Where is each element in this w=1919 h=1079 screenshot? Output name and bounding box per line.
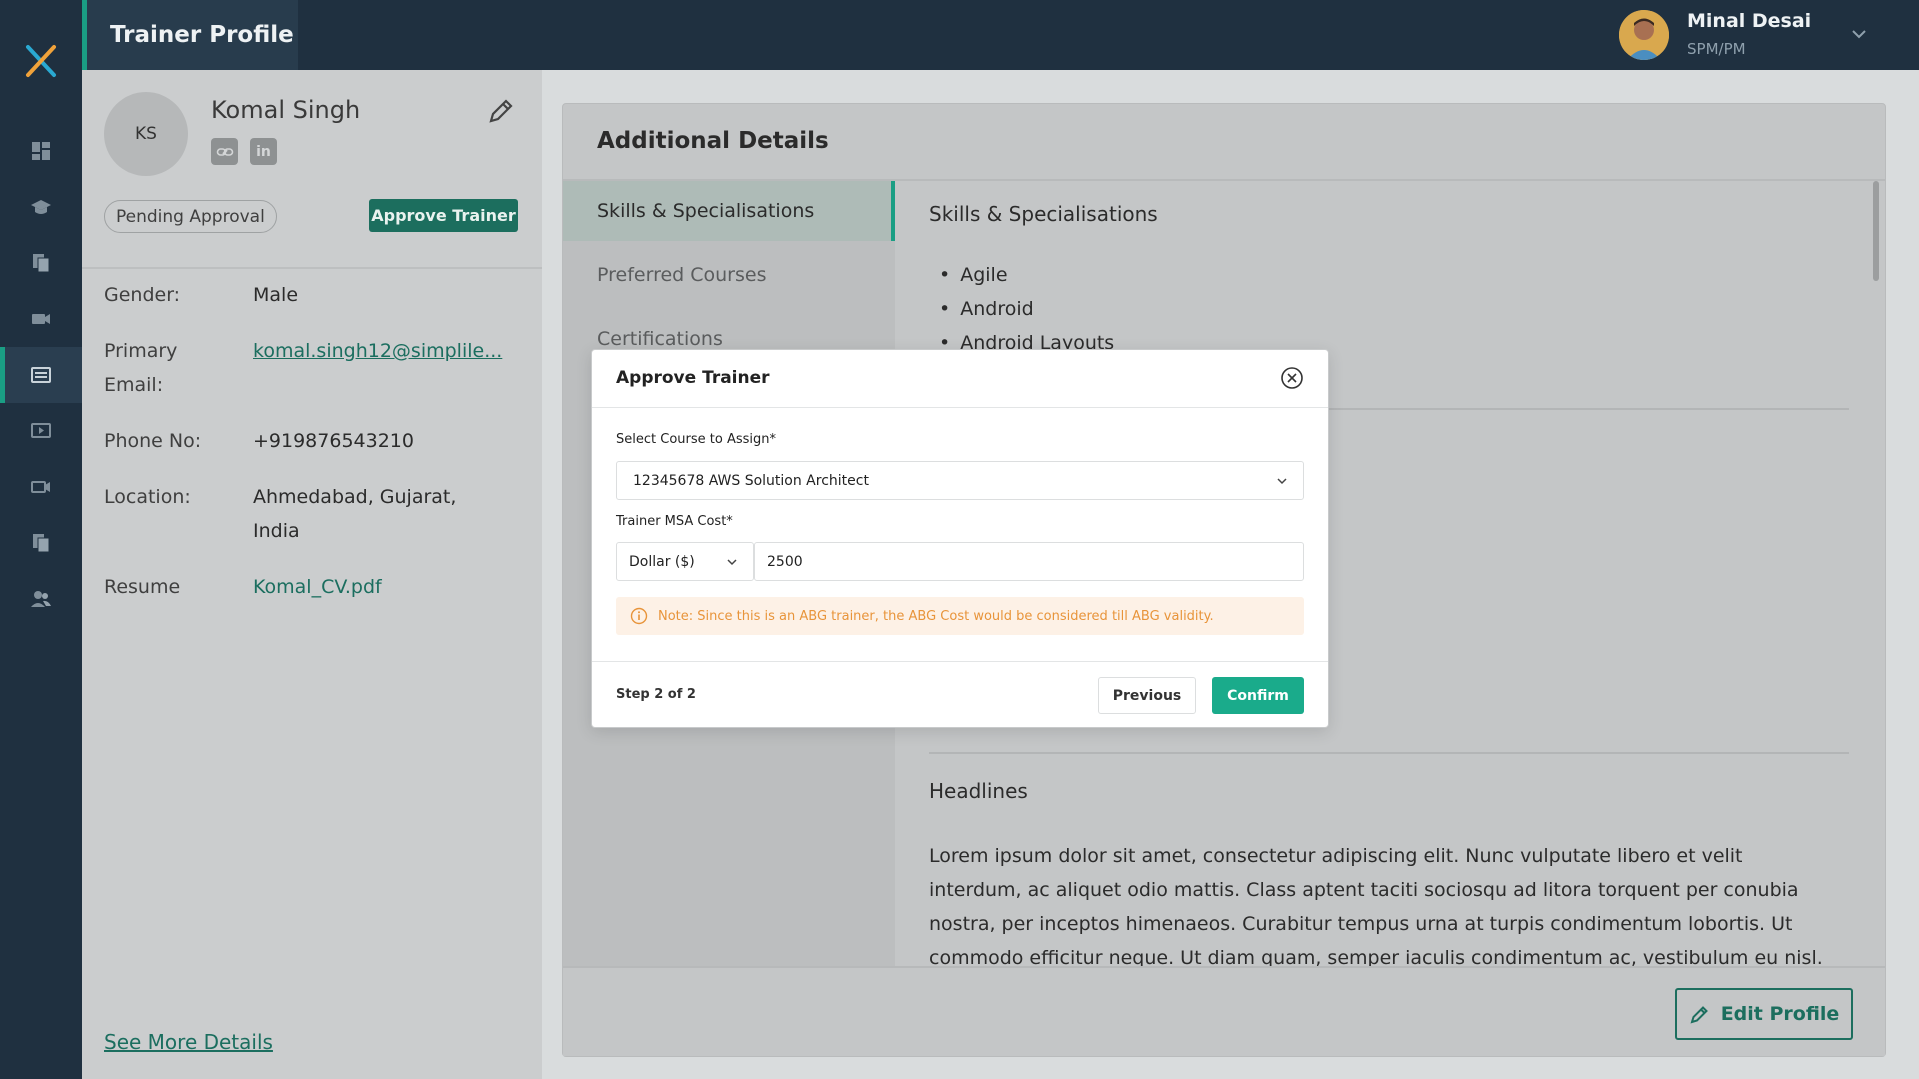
currency-select[interactable]: Dollar ($)	[616, 542, 754, 581]
card-footer: Edit Profile	[563, 966, 1885, 1056]
resume-label: Resume	[104, 576, 181, 598]
top-header: Trainer Profile Minal Desai SPM/PM	[82, 0, 1919, 70]
cost-input[interactable]	[754, 542, 1304, 581]
documents-icon	[33, 254, 50, 273]
gender-label: Gender:	[104, 284, 181, 306]
info-icon	[630, 607, 648, 625]
app-logo-icon[interactable]	[24, 44, 58, 78]
tab-preferred-courses-label: Preferred Courses	[597, 264, 767, 286]
skill-item: Android	[939, 292, 1114, 326]
linkedin-icon[interactable]: in	[250, 138, 277, 165]
course-select[interactable]: 12345678 AWS Solution Architect	[616, 461, 1304, 500]
edit-profile-label: Edit Profile	[1720, 1003, 1840, 1025]
user-avatar[interactable]	[1619, 10, 1669, 60]
approve-trainer-label: Approve Trainer	[371, 206, 516, 225]
approve-trainer-modal: Approve Trainer Select Course to Assign*…	[591, 349, 1329, 728]
status-badge: Pending Approval	[104, 200, 277, 233]
edit-profile-button[interactable]: Edit Profile	[1675, 988, 1853, 1040]
confirm-button[interactable]: Confirm	[1212, 677, 1304, 714]
user-menu[interactable]: Minal Desai SPM/PM	[1619, 0, 1919, 70]
abg-note: Note: Since this is an ABG trainer, the …	[616, 597, 1304, 635]
modal-title: Approve Trainer	[616, 368, 770, 388]
see-more-details-link[interactable]: See More Details	[104, 1030, 273, 1054]
sidebar-item-users[interactable]	[0, 571, 82, 627]
chevron-down-icon	[1277, 478, 1287, 485]
scrollbar-thumb[interactable]	[1873, 181, 1879, 281]
edit-pencil-icon[interactable]	[486, 96, 516, 126]
resume-link[interactable]: Komal_CV.pdf	[253, 570, 523, 604]
skills-list: Agile Android Android Layouts	[939, 258, 1114, 360]
list-card-icon	[31, 367, 51, 383]
close-icon[interactable]	[1280, 366, 1304, 390]
phone-value: +919876543210	[253, 430, 414, 452]
gender-value: Male	[253, 284, 299, 306]
location-value: Ahmedabad, Gujarat, India	[253, 486, 457, 542]
section-divider	[929, 752, 1849, 754]
phone-label: Phone No:	[104, 430, 202, 452]
previous-button[interactable]: Previous	[1098, 677, 1196, 714]
approve-trainer-button[interactable]: Approve Trainer	[369, 199, 518, 232]
modal-header: Approve Trainer	[592, 350, 1328, 408]
sidebar-item-dashboard[interactable]	[0, 123, 82, 179]
play-screen-icon	[31, 423, 51, 438]
sidebar-item-files[interactable]	[0, 515, 82, 571]
course-select-value: 12345678 AWS Solution Architect	[633, 472, 869, 489]
chevron-down-icon[interactable]	[1849, 24, 1869, 44]
chevron-down-icon	[727, 559, 737, 566]
confirm-label: Confirm	[1227, 687, 1289, 704]
edit-pencil-icon	[1690, 1006, 1708, 1024]
modal-footer: Step 2 of 2 Previous Confirm	[592, 661, 1328, 727]
sidebar-item-trainers[interactable]	[0, 347, 82, 403]
profile-divider	[82, 267, 542, 269]
user-role: SPM/PM	[1687, 40, 1746, 58]
card-title: Additional Details	[597, 128, 829, 154]
tab-skills-label: Skills & Specialisations	[597, 200, 815, 222]
location-label: Location:	[104, 486, 191, 508]
profile-panel: KS Komal Singh in Pending Approval Appro…	[82, 70, 542, 1079]
cost-field-label: Trainer MSA Cost*	[616, 514, 733, 529]
headlines-text: Lorem ipsum dolor sit amet, consectetur …	[929, 845, 1823, 967]
user-photo-icon	[1619, 10, 1669, 60]
sidebar	[0, 0, 82, 1079]
tab-preferred-courses[interactable]: Preferred Courses	[563, 245, 895, 305]
sidebar-item-courses[interactable]	[0, 179, 82, 235]
profile-initials: KS	[135, 124, 157, 144]
page-title: Trainer Profile	[110, 22, 294, 48]
video-record-icon	[31, 481, 50, 493]
website-link-icon[interactable]	[211, 138, 238, 165]
skill-item: Agile	[939, 258, 1114, 292]
profile-name: Komal Singh	[211, 96, 361, 124]
headlines-title: Headlines	[929, 779, 1028, 803]
step-indicator: Step 2 of 2	[616, 687, 696, 702]
dashboard-icon	[32, 142, 50, 160]
course-field-label: Select Course to Assign*	[616, 432, 776, 447]
abg-note-text: Note: Since this is an ABG trainer, the …	[658, 608, 1214, 624]
sidebar-item-documents[interactable]	[0, 235, 82, 291]
email-label: Primary Email:	[104, 340, 178, 396]
status-text: Pending Approval	[116, 206, 265, 227]
sidebar-item-media[interactable]	[0, 403, 82, 459]
sidebar-item-videos[interactable]	[0, 291, 82, 347]
files-icon	[33, 534, 50, 553]
graduation-cap-icon	[31, 200, 51, 214]
user-name: Minal Desai	[1687, 10, 1812, 32]
tab-certifications-label: Certifications	[597, 328, 723, 350]
skills-section-title: Skills & Specialisations	[929, 202, 1158, 226]
previous-label: Previous	[1112, 687, 1182, 704]
video-camera-icon	[32, 314, 50, 324]
currency-select-value: Dollar ($)	[629, 553, 695, 570]
profile-avatar: KS	[104, 92, 188, 176]
sidebar-item-recordings[interactable]	[0, 459, 82, 515]
users-icon	[31, 591, 51, 607]
email-link[interactable]: komal.singh12@simplile...	[253, 334, 523, 368]
tab-skills[interactable]: Skills & Specialisations	[563, 181, 895, 241]
page-title-box: Trainer Profile	[82, 0, 298, 70]
